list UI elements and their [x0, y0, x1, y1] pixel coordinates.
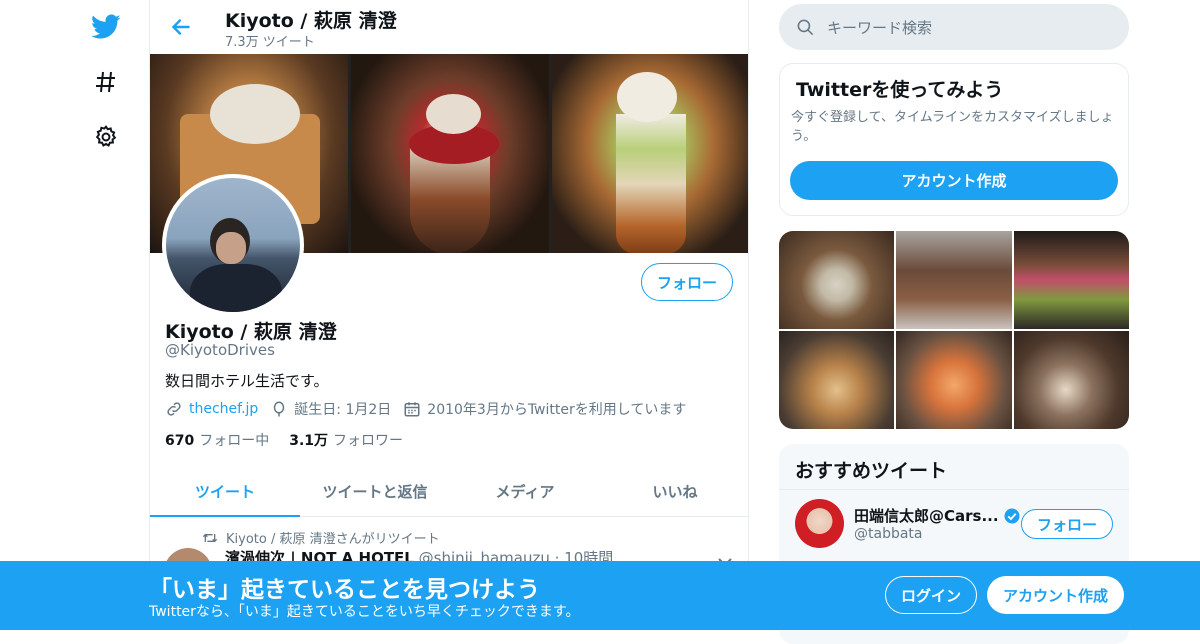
profile-handle: @KiyotoDrives — [165, 341, 275, 359]
divider — [779, 489, 1129, 490]
retweet-icon — [202, 533, 218, 542]
media-thumbnail[interactable] — [896, 231, 1012, 329]
bottom-bar-subtitle: Twitterなら、「いま」起きていることをいち早くチェックできます。 — [149, 604, 580, 620]
media-thumbnail[interactable] — [1013, 331, 1129, 429]
profile-header: Kiyoto / 萩原 清澄 7.3万 ツイート — [150, 0, 748, 54]
followers-stat[interactable]: 3.1万 フォロワー — [289, 430, 403, 450]
header-tweet-count: 7.3万 ツイート — [225, 35, 315, 50]
media-thumbnail[interactable] — [896, 331, 1012, 429]
hashtag-icon[interactable] — [88, 64, 124, 100]
profile-joined: 2010年3月からTwitterを利用しています — [427, 402, 687, 418]
link-icon — [167, 402, 181, 416]
profile-website-link[interactable]: thechef.jp — [189, 401, 258, 417]
verified-badge-icon — [1004, 508, 1020, 523]
recommended-follow-button[interactable]: フォロー — [1021, 509, 1113, 539]
bottom-bar-title: 「いま」起きていることを見つけよう — [149, 577, 540, 603]
create-account-button[interactable]: アカウント作成 — [790, 161, 1118, 200]
profile-meta: thechef.jp 誕生日: 1月2日 2010年3月からTwitterを利用… — [165, 399, 698, 419]
banner-photo-parfait-grape — [552, 54, 748, 253]
signup-card-title: Twitterを使ってみよう — [796, 79, 1004, 101]
recommended-user-name[interactable]: 田端信太郎@Cars... — [854, 505, 1021, 526]
login-button[interactable]: ログイン — [885, 576, 977, 614]
search-placeholder: キーワード検索 — [827, 18, 933, 37]
search-input[interactable]: キーワード検索 — [779, 4, 1129, 50]
twitter-logo-icon[interactable] — [88, 9, 124, 45]
recommended-user-avatar[interactable] — [795, 499, 844, 548]
profile-name: Kiyoto / 萩原 清澄 — [165, 321, 337, 343]
signup-card: Twitterを使ってみよう 今すぐ登録して、タイムラインをカスタマイズしましょ… — [779, 63, 1129, 216]
profile-tabs: ツイート ツイートと返信 メディア いいね — [150, 466, 748, 517]
following-stat[interactable]: 670 フォロー中 — [165, 430, 269, 450]
profile-column: Kiyoto / 萩原 清澄 7.3万 ツイート フォロー Kiyoto / 萩… — [149, 0, 749, 630]
profile-birthday: 誕生日: 1月2日 — [294, 402, 392, 418]
tab-tweets-and-replies[interactable]: ツイートと返信 — [300, 466, 450, 516]
recommended-title: おすすめツイート — [795, 460, 948, 482]
retweet-label: Kiyoto / 萩原 清澄さんがリツイート — [202, 528, 440, 547]
tab-tweets[interactable]: ツイート — [150, 466, 300, 517]
header-title: Kiyoto / 萩原 清澄 — [225, 10, 397, 32]
profile-bio: 数日間ホテル生活です。 — [165, 372, 329, 390]
media-grid — [779, 231, 1129, 429]
media-thumbnail[interactable] — [1013, 231, 1129, 329]
search-icon — [797, 19, 814, 35]
bottom-signup-bar: 「いま」起きていることを見つけよう Twitterなら、「いま」起きていることを… — [0, 561, 1200, 630]
calendar-icon — [404, 402, 420, 417]
balloon-icon — [274, 401, 285, 417]
profile-stats: 670 フォロー中 3.1万 フォロワー — [165, 430, 423, 450]
bottom-create-account-button[interactable]: アカウント作成 — [987, 576, 1124, 614]
profile-avatar[interactable] — [162, 174, 304, 316]
media-thumbnail[interactable] — [779, 331, 895, 429]
recommended-user-handle: @tabbata — [854, 526, 923, 542]
signup-card-text: 今すぐ登録して、タイムラインをカスタマイズしましょう。 — [791, 110, 1114, 144]
media-thumbnail[interactable] — [779, 231, 895, 329]
back-arrow-icon[interactable] — [168, 14, 194, 40]
follow-button[interactable]: フォロー — [641, 263, 733, 301]
tab-media[interactable]: メディア — [450, 466, 600, 516]
tab-likes[interactable]: いいね — [600, 466, 748, 516]
banner-photo-parfait-chocolate — [351, 54, 549, 253]
settings-gear-icon[interactable] — [88, 119, 124, 155]
